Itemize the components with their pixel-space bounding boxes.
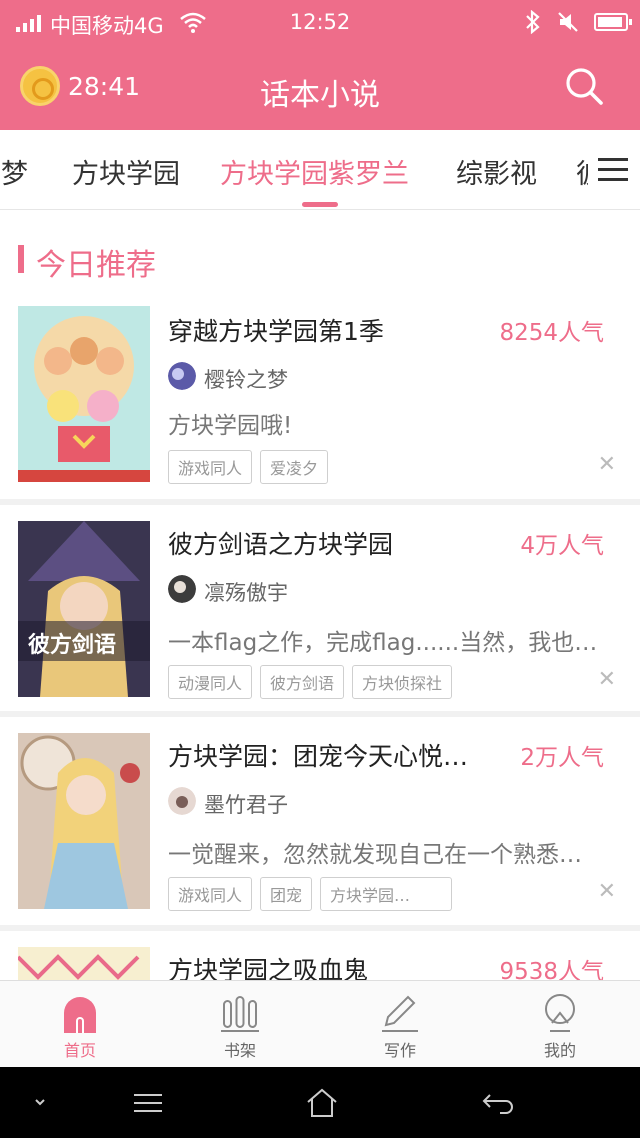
cover-title-text: 彼方剑语 (28, 633, 117, 658)
tab-item[interactable]: 间梦 (0, 152, 28, 191)
bottom-nav: 首页 书架 写作 我的 (0, 980, 640, 1067)
home-icon (64, 997, 96, 1033)
nav-bookshelf[interactable]: 书架 (160, 981, 320, 1068)
menu-icon[interactable] (128, 1087, 168, 1119)
nav-label: 书架 (223, 1041, 256, 1060)
profile-icon (545, 994, 575, 1032)
tag-list: 游戏同人 团宠 方块学园… (168, 877, 453, 911)
author-avatar[interactable] (168, 575, 196, 603)
nav-home[interactable]: 首页 (0, 981, 160, 1068)
tag[interactable]: 彼方剑语 (260, 665, 345, 699)
book-card[interactable]: 穿越方块学园第1季 8254人气 樱铃之梦 方块学园哦! 游戏同人 爱凌夕 ✕ (0, 298, 640, 494)
popularity-count: 2万人气 (520, 745, 604, 771)
close-icon[interactable]: ✕ (598, 452, 616, 477)
author-avatar[interactable] (168, 787, 196, 815)
category-tabs: 间梦 方块学园 方块学园紫罗兰 综影视 彼 (0, 130, 640, 210)
app-header: 28:41 话本小说 (0, 46, 640, 130)
author-name[interactable]: 凛殇傲宇 (204, 577, 288, 607)
tag[interactable]: 游戏同人 (168, 877, 253, 911)
close-icon[interactable]: ✕ (598, 667, 616, 692)
search-icon[interactable] (562, 64, 606, 108)
popularity-count: 4万人气 (520, 533, 604, 559)
popularity-count: 8254人气 (499, 320, 604, 346)
tag[interactable]: 方块侦探社 (352, 665, 453, 699)
book-cover[interactable] (18, 306, 150, 482)
book-card[interactable]: 彼方剑语 彼方剑语之方块学园 4万人气 凛殇傲宇 一本flag之作，完成flag… (0, 505, 640, 711)
app-title: 话本小说 (260, 78, 380, 113)
bookshelf-icon (221, 996, 259, 1032)
book-card[interactable]: 方块学园之吸血鬼 9538人气 (0, 931, 640, 980)
nav-write[interactable]: 写作 (320, 981, 480, 1068)
chevron-down-icon[interactable] (24, 1087, 64, 1119)
book-description: 一本flag之作，完成flag......当然，我也… (168, 630, 598, 656)
author-name[interactable]: 墨竹君子 (204, 789, 288, 819)
tab-item[interactable]: 方块学园 (72, 152, 180, 191)
close-icon[interactable]: ✕ (598, 879, 616, 904)
nav-label: 我的 (543, 1041, 576, 1060)
book-cover[interactable] (18, 733, 150, 909)
home-key-icon[interactable] (302, 1087, 342, 1119)
mute-icon (558, 12, 578, 32)
tag-list: 游戏同人 爱凌夕 (168, 450, 329, 484)
book-description: 方块学园哦! (168, 413, 293, 439)
tag[interactable]: 游戏同人 (168, 450, 253, 484)
book-cover[interactable] (18, 947, 150, 980)
tab-indicator (302, 202, 338, 207)
nav-profile[interactable]: 我的 (480, 981, 640, 1068)
book-cover[interactable] (18, 521, 150, 697)
tag[interactable]: 团宠 (260, 877, 313, 911)
author-name[interactable]: 樱铃之梦 (204, 364, 288, 394)
popularity-count: 9538人气 (499, 959, 604, 980)
status-bar: 中国移动4G 12:52 (0, 0, 640, 46)
bluetooth-icon (526, 10, 540, 34)
tab-item-active[interactable]: 方块学园紫罗兰 (220, 152, 409, 191)
tag[interactable]: 爱凌夕 (260, 450, 329, 484)
book-title[interactable]: 彼方剑语之方块学园 (168, 525, 488, 561)
tag[interactable]: 动漫同人 (168, 665, 253, 699)
book-title[interactable]: 穿越方块学园第1季 (168, 312, 488, 348)
book-title[interactable]: 方块学园：团宠今天心悦… (168, 737, 488, 773)
tab-item[interactable]: 综影视 (456, 152, 537, 191)
book-card[interactable]: 方块学园：团宠今天心悦… 2万人气 墨竹君子 一觉醒来，忽然就发现自己在一个熟悉… (0, 717, 640, 925)
menu-icon[interactable] (588, 130, 640, 209)
back-icon[interactable] (478, 1087, 518, 1119)
pencil-icon (382, 995, 418, 1032)
battery-icon (594, 13, 632, 31)
nav-label: 写作 (383, 1041, 416, 1060)
tag-list: 动漫同人 彼方剑语 方块侦探社 (168, 665, 453, 699)
nav-label: 首页 (63, 1041, 96, 1060)
book-description: 一觉醒来，忽然就发现自己在一个熟悉… (168, 842, 582, 868)
section-title: 今日推荐 (36, 248, 156, 283)
author-avatar[interactable] (168, 362, 196, 390)
book-title[interactable]: 方块学园之吸血鬼 (168, 951, 488, 980)
tag[interactable]: 方块学园… (320, 877, 453, 911)
section-accent-bar (18, 245, 24, 273)
system-nav-bar (0, 1067, 640, 1138)
